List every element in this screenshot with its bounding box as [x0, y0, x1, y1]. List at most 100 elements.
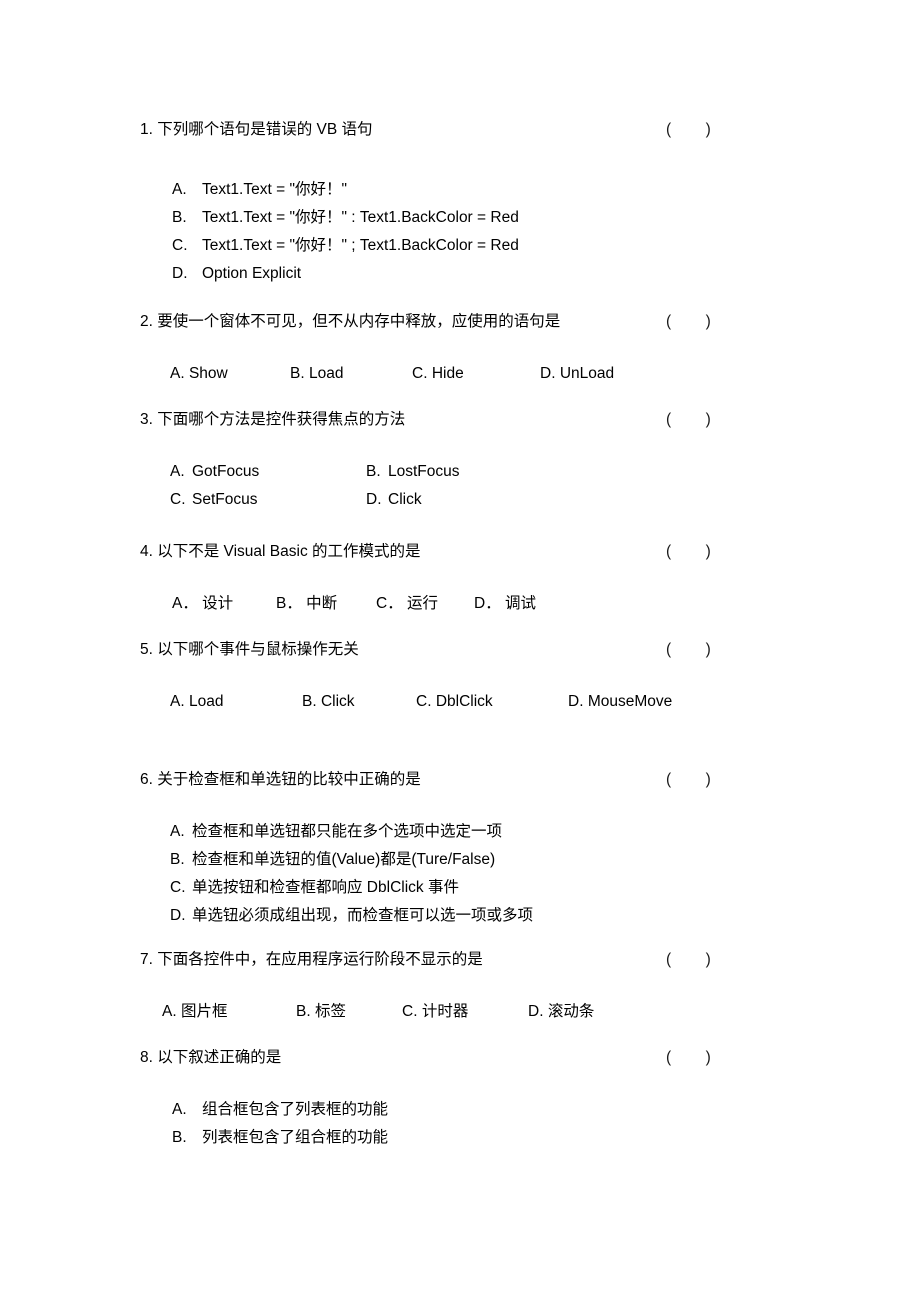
question-2: 2. 要使一个窗体不可见，但不从内存中释放，应使用的语句是 ( ) A. Sho…	[140, 312, 730, 386]
option-item[interactable]: A. Load	[170, 692, 223, 712]
option-text: Click	[320, 693, 355, 710]
question-7-text: 下面各控件中，在应用程序运行阶段不显示的是	[157, 951, 483, 968]
question-7-answer-blank[interactable]: ( )	[666, 950, 711, 970]
option-text: Option Explicit	[202, 265, 302, 282]
option-item[interactable]: D. UnLoad	[540, 364, 614, 384]
question-6-number: 6.	[140, 771, 153, 788]
question-3-options: A. GotFocus B. LostFocus C. SetFocus D. Click	[140, 462, 730, 510]
option-text: DblClick	[435, 693, 493, 710]
option-text: SetFocus	[192, 491, 258, 508]
option-letter: A．	[172, 595, 198, 612]
option-letter: C.	[402, 1003, 418, 1020]
option-item[interactable]: D． 调试	[474, 594, 536, 614]
option-item[interactable]: C. 计时器	[402, 1002, 468, 1022]
option-letter: C．	[376, 595, 403, 612]
question-5-number: 5.	[140, 641, 153, 658]
question-2-number: 2.	[140, 313, 153, 330]
option-letter: A.	[172, 181, 187, 198]
option-text: 调试	[505, 595, 537, 612]
question-2-text: 要使一个窗体不可见，但不从内存中释放，应使用的语句是	[157, 313, 561, 330]
question-1-stem: 1. 下列哪个语句是错误的 VB 语句 ( )	[140, 120, 730, 140]
question-1: 1. 下列哪个语句是错误的 VB 语句 ( ) A. Text1.Text = "…	[140, 120, 730, 284]
question-1-answer-blank[interactable]: ( )	[666, 120, 711, 140]
option-item[interactable]: C. DblClick	[416, 692, 493, 712]
option-item[interactable]: B. Click	[302, 692, 355, 712]
question-2-options: A. Show B. Load C. Hide D. UnLoad	[140, 364, 730, 386]
option-text: 滚动条	[547, 1003, 595, 1020]
option-row[interactable]: A. 组合框包含了列表框的功能	[140, 1100, 730, 1120]
question-5: 5. 以下哪个事件与鼠标操作无关 ( ) A. Load B. Click C.…	[140, 640, 730, 714]
option-text: Click	[388, 491, 422, 508]
question-2-answer-blank[interactable]: ( )	[666, 312, 711, 332]
question-5-stem: 5. 以下哪个事件与鼠标操作无关 ( )	[140, 640, 730, 660]
question-2-stem: 2. 要使一个窗体不可见，但不从内存中释放，应使用的语句是 ( )	[140, 312, 730, 332]
option-letter: B.	[290, 365, 305, 382]
question-5-answer-blank[interactable]: ( )	[666, 640, 711, 660]
option-text: 标签	[314, 1003, 346, 1020]
question-3-answer-blank[interactable]: ( )	[666, 410, 711, 430]
exam-page: 1. 下列哪个语句是错误的 VB 语句 ( ) A. Text1.Text = "…	[0, 0, 920, 1302]
option-item[interactable]: C. SetFocus	[170, 490, 366, 510]
question-7-number: 7.	[140, 951, 153, 968]
option-text: Text1.Text = "你好！"	[202, 181, 347, 198]
option-text: MouseMove	[587, 693, 673, 710]
option-text: 组合框包含了列表框的功能	[202, 1101, 389, 1118]
option-row[interactable]: B. 检查框和单选钮的值(Value)都是(Ture/False)	[140, 850, 730, 870]
option-text: 中断	[306, 595, 338, 612]
question-6-options: A. 检查框和单选钮都只能在多个选项中选定一项 B. 检查框和单选钮的值(Value…	[140, 822, 730, 926]
option-row[interactable]: D. 单选钮必须成组出现，而检查框可以选一项或多项	[140, 906, 730, 926]
question-4-answer-blank[interactable]: ( )	[666, 542, 711, 562]
option-letter: B.	[170, 851, 185, 868]
option-item[interactable]: D. Click	[366, 490, 562, 510]
question-7: 7. 下面各控件中，在应用程序运行阶段不显示的是 ( ) A. 图片框 B. 标…	[140, 950, 730, 1024]
option-text: UnLoad	[559, 365, 615, 382]
question-3: 3. 下面哪个方法是控件获得焦点的方法 ( ) A. GotFocus B. Lost…	[140, 410, 730, 510]
option-letter: B.	[366, 463, 381, 480]
option-item[interactable]: A. GotFocus	[170, 462, 366, 482]
option-text: 单选钮必须成组出现，而检查框可以选一项或多项	[192, 907, 534, 924]
option-letter: B．	[276, 595, 302, 612]
question-3-stem: 3. 下面哪个方法是控件获得焦点的方法 ( )	[140, 410, 730, 430]
question-5-text: 以下哪个事件与鼠标操作无关	[157, 641, 359, 658]
option-item[interactable]: B. 标签	[296, 1002, 346, 1022]
option-text: GotFocus	[192, 463, 260, 480]
option-row[interactable]: A. Text1.Text = "你好！"	[140, 180, 730, 200]
question-8: 8. 以下叙述正确的是 ( ) A. 组合框包含了列表框的功能 B. 列表框包含了组…	[140, 1048, 730, 1148]
question-6-answer-blank[interactable]: ( )	[666, 770, 711, 790]
question-6-text: 关于检查框和单选钮的比较中正确的是	[157, 771, 421, 788]
option-letter: A.	[170, 463, 185, 480]
option-item[interactable]: C. Hide	[412, 364, 464, 384]
option-item[interactable]: A． 设计	[172, 594, 233, 614]
option-row[interactable]: B. Text1.Text = "你好！" : Text1.BackColor =…	[140, 208, 730, 228]
option-letter: D.	[366, 491, 382, 508]
option-text: 检查框和单选钮都只能在多个选项中选定一项	[192, 823, 503, 840]
option-item[interactable]: B. Load	[290, 364, 343, 384]
question-8-answer-blank[interactable]: ( )	[666, 1048, 711, 1068]
question-1-text: 下列哪个语句是错误的 VB 语句	[157, 121, 373, 138]
option-text: Text1.Text = "你好！" ; Text1.BackColor = R…	[202, 237, 519, 254]
option-letter: A.	[170, 823, 185, 840]
option-item[interactable]: A. Show	[170, 364, 228, 384]
option-row[interactable]: C. 单选按钮和检查框都响应 DblClick 事件	[140, 878, 730, 898]
option-text: Load	[308, 365, 344, 382]
option-row: A. GotFocus B. LostFocus	[170, 462, 730, 482]
option-text: 计时器	[421, 1003, 469, 1020]
question-7-stem: 7. 下面各控件中，在应用程序运行阶段不显示的是 ( )	[140, 950, 730, 970]
option-row[interactable]: D. Option Explicit	[140, 264, 730, 284]
option-item[interactable]: C． 运行	[376, 594, 438, 614]
option-text: 单选按钮和检查框都响应 DblClick 事件	[192, 879, 459, 896]
option-row[interactable]: A. 检查框和单选钮都只能在多个选项中选定一项	[140, 822, 730, 842]
question-8-stem: 8. 以下叙述正确的是 ( )	[140, 1048, 730, 1068]
option-row[interactable]: C. Text1.Text = "你好！" ; Text1.BackColor =…	[140, 236, 730, 256]
option-text: 检查框和单选钮的值(Value)都是(Ture/False)	[192, 851, 496, 868]
option-item[interactable]: D. MouseMove	[568, 692, 672, 712]
option-item[interactable]: B． 中断	[276, 594, 337, 614]
option-text: 列表框包含了组合框的功能	[202, 1129, 389, 1146]
option-item[interactable]: A. 图片框	[162, 1002, 227, 1022]
option-text: Show	[188, 365, 228, 382]
question-4-stem: 4. 以下不是 Visual Basic 的工作模式的是 ( )	[140, 542, 730, 562]
option-item[interactable]: D. 滚动条	[528, 1002, 594, 1022]
option-item[interactable]: B. LostFocus	[366, 462, 562, 482]
option-row[interactable]: B. 列表框包含了组合框的功能	[140, 1128, 730, 1148]
question-3-number: 3.	[140, 411, 153, 428]
